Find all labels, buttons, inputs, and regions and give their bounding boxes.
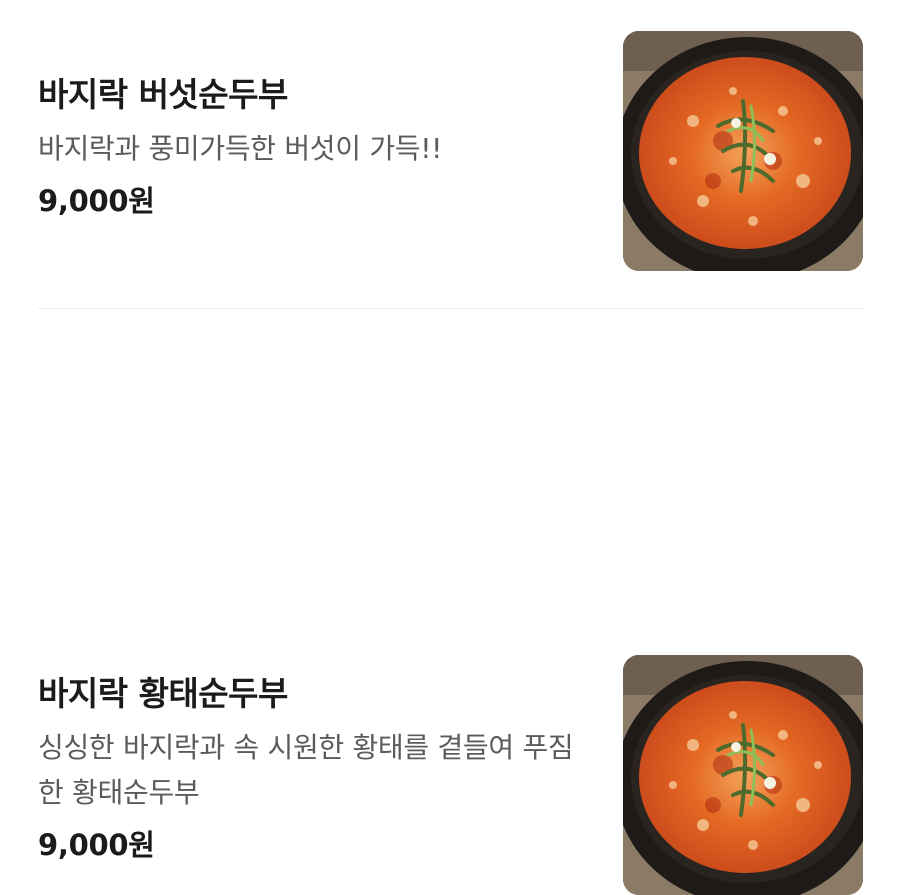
soondubu-stew-photo-icon bbox=[623, 655, 863, 895]
menu-item-price: 9,000원 bbox=[38, 184, 155, 218]
soondubu-stew-photo-icon bbox=[623, 31, 863, 271]
menu-item-description: 싱싱한 바지락과 속 시원한 황태를 곁들여 푸짐한 황태순두부 bbox=[38, 731, 574, 809]
menu-item-price: 9,000원 bbox=[38, 828, 155, 862]
menu-item-clam-pollack-soondubu[interactable]: 바지락 황태순두부 싱싱한 바지락과 속 시원한 황태를 곁들여 푸짐한 황태순… bbox=[0, 309, 900, 895]
menu-list: 바지락 버섯순두부 바지락과 풍미가득한 버섯이 가득!! 9,000원 바지락… bbox=[0, 0, 900, 895]
menu-item-clam-mushroom-soondubu[interactable]: 바지락 버섯순두부 바지락과 풍미가득한 버섯이 가득!! 9,000원 bbox=[0, 0, 900, 308]
menu-item-name: 바지락 황태순두부 bbox=[38, 674, 288, 713]
menu-item-info: 바지락 황태순두부 싱싱한 바지락과 속 시원한 황태를 곁들여 푸짐한 황태순… bbox=[38, 671, 598, 867]
menu-item-info: 바지락 버섯순두부 바지락과 풍미가득한 버섯이 가득!! 9,000원 bbox=[38, 72, 598, 223]
menu-item-photo[interactable] bbox=[623, 655, 863, 895]
menu-item-photo[interactable] bbox=[623, 31, 863, 271]
menu-item-description: 바지락과 풍미가득한 버섯이 가득!! bbox=[38, 132, 443, 165]
menu-item-name: 바지락 버섯순두부 bbox=[38, 75, 288, 114]
